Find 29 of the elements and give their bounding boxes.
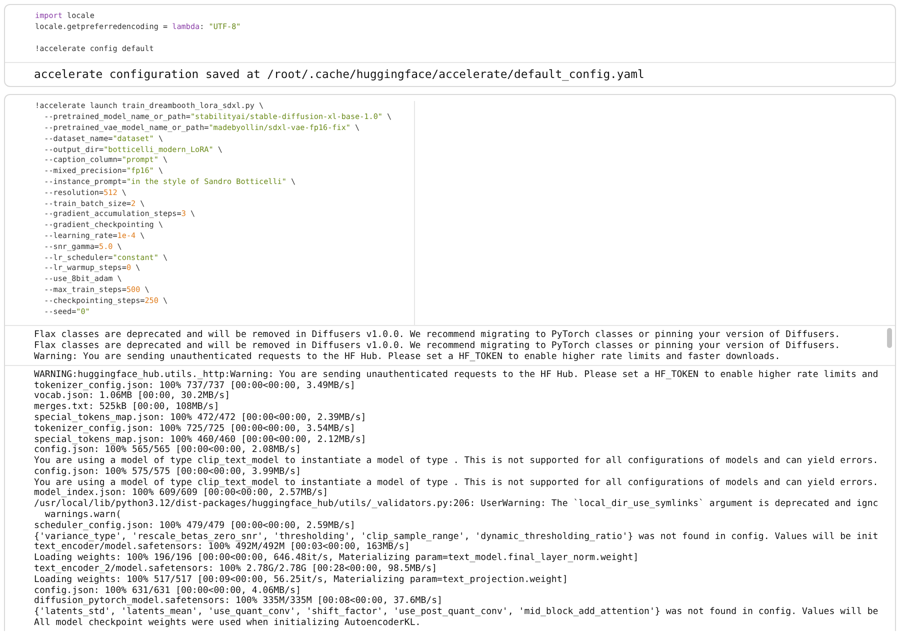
output-line: warnings.warn( [44, 510, 122, 521]
output-line: model_index.json: 100% 609/609 [00:00<00:00, 2.57MB/s] [34, 488, 330, 499]
output-line: vocab.json: 1.06MB [00:00, 30.2MB/s] [34, 391, 232, 402]
output-line: You are using a model of type clip_text_model to instantiate a model of type . This is not supported for all configurations of models and can yield errors. [34, 478, 880, 488]
output-line: tokenizer_config.json: 100% 737/737 [00:00<00:00, 3.49MB/s] [34, 380, 356, 391]
output-line: Warning: You are sending unauthenticated requests to the HF Hub. Please set a HF_TOKEN to enable higher rate limits and faster downloads. [34, 352, 782, 363]
output-line: diffusion_pytorch_model.safetensors: 100% 335M/335M [00:08<00:00, 37.6MB/s] [34, 596, 444, 607]
output-line: Loading weights: 100% 196/196 [00:00<00:00, 646.48it/s, Materializing param=text_model.final_layer_norm.weight] [34, 553, 640, 564]
output-line: You are using a model of type clip_text_model to instantiate a model of type . This is not supported for all configurations of models and can yield errors. [34, 456, 880, 467]
output-line: Loading weights: 100% 517/517 [00:09<00:00, 56.25it/s, Materializing param=text_projection.weight] [34, 574, 569, 586]
output-line: Flax classes are deprecated and will be removed in Diffusers v1.0.0. We recommend migrating to PyTorch classes or pinning your version of Diffusers. [34, 341, 842, 352]
output-line: merges.txt: 525kB [00:00, 108MB/s] [34, 402, 220, 413]
output-line: Flax classes are deprecated and will be removed in Diffusers v1.0.0. We recommend migrating to PyTorch classes or pinning your version of Diffusers. [34, 330, 842, 341]
output-line: config.json: 100% 575/575 [00:00<00:00, 3.99MB/s] [34, 466, 302, 478]
output-line: {'variance_type', 'rescale_betas_zero_snr', 'thresholding', 'clip_sample_range', 'dynamic_thresholding_ratio'} was not found in config. Values will be init [34, 532, 880, 542]
output-line: text_encoder_2/model.safetensors: 100% 2.78G/2.78G [00:28<00:00, 98.5MB/s] [34, 564, 438, 575]
scrollbar-thumb[interactable] [887, 328, 892, 348]
output-line: accelerate configuration saved at /root/.cache/huggingface/accelerate/default_config.yaml [34, 67, 646, 82]
output-line: {'latents_std', 'latents_mean', 'use_quant_conv', 'shift_factor', 'use_post_quant_conv', 'mid_block_add_attention'} was not found in config. Values will be [34, 607, 880, 618]
output-line: special_tokens_map.json: 100% 472/472 [00:00<00:00, 2.39MB/s] [34, 412, 368, 424]
output-line: scheduler_config.json: 100% 479/479 [00:00<00:00, 2.59MB/s] [34, 520, 356, 532]
output-line: WARNING:huggingface_hub.utils._http:Warning: You are sending unauthenticated requests to the HF Hub. Please set a HF_TOKEN to enable higher rate limits and [34, 370, 880, 381]
output-line: All model checkpoint weights were used when initializing AutoencoderKL. [34, 618, 422, 629]
output-line: /usr/local/lib/python3.12/dist-packages/huggingface_hub/utils/_validators.py:206: UserWarning: The `local_dir_use_symlinks` argument is deprecated and ignc [34, 499, 880, 510]
output-line: text_encoder/model.safetensors: 100% 492M/492M [00:03<00:00, 163MB/s] [34, 542, 410, 553]
output-line: tokenizer_config.json: 100% 725/725 [00:00<00:00, 3.54MB/s] [34, 424, 356, 434]
output-line: special_tokens_map.json: 100% 460/460 [00:00<00:00, 2.12MB/s] [34, 434, 368, 444]
output-line: config.json: 100% 631/631 [00:00<00:00, 4.06MB/s] [34, 586, 302, 596]
output-line: config.json: 100% 565/565 [00:00<00:00, 2.08MB/s] [34, 445, 302, 456]
